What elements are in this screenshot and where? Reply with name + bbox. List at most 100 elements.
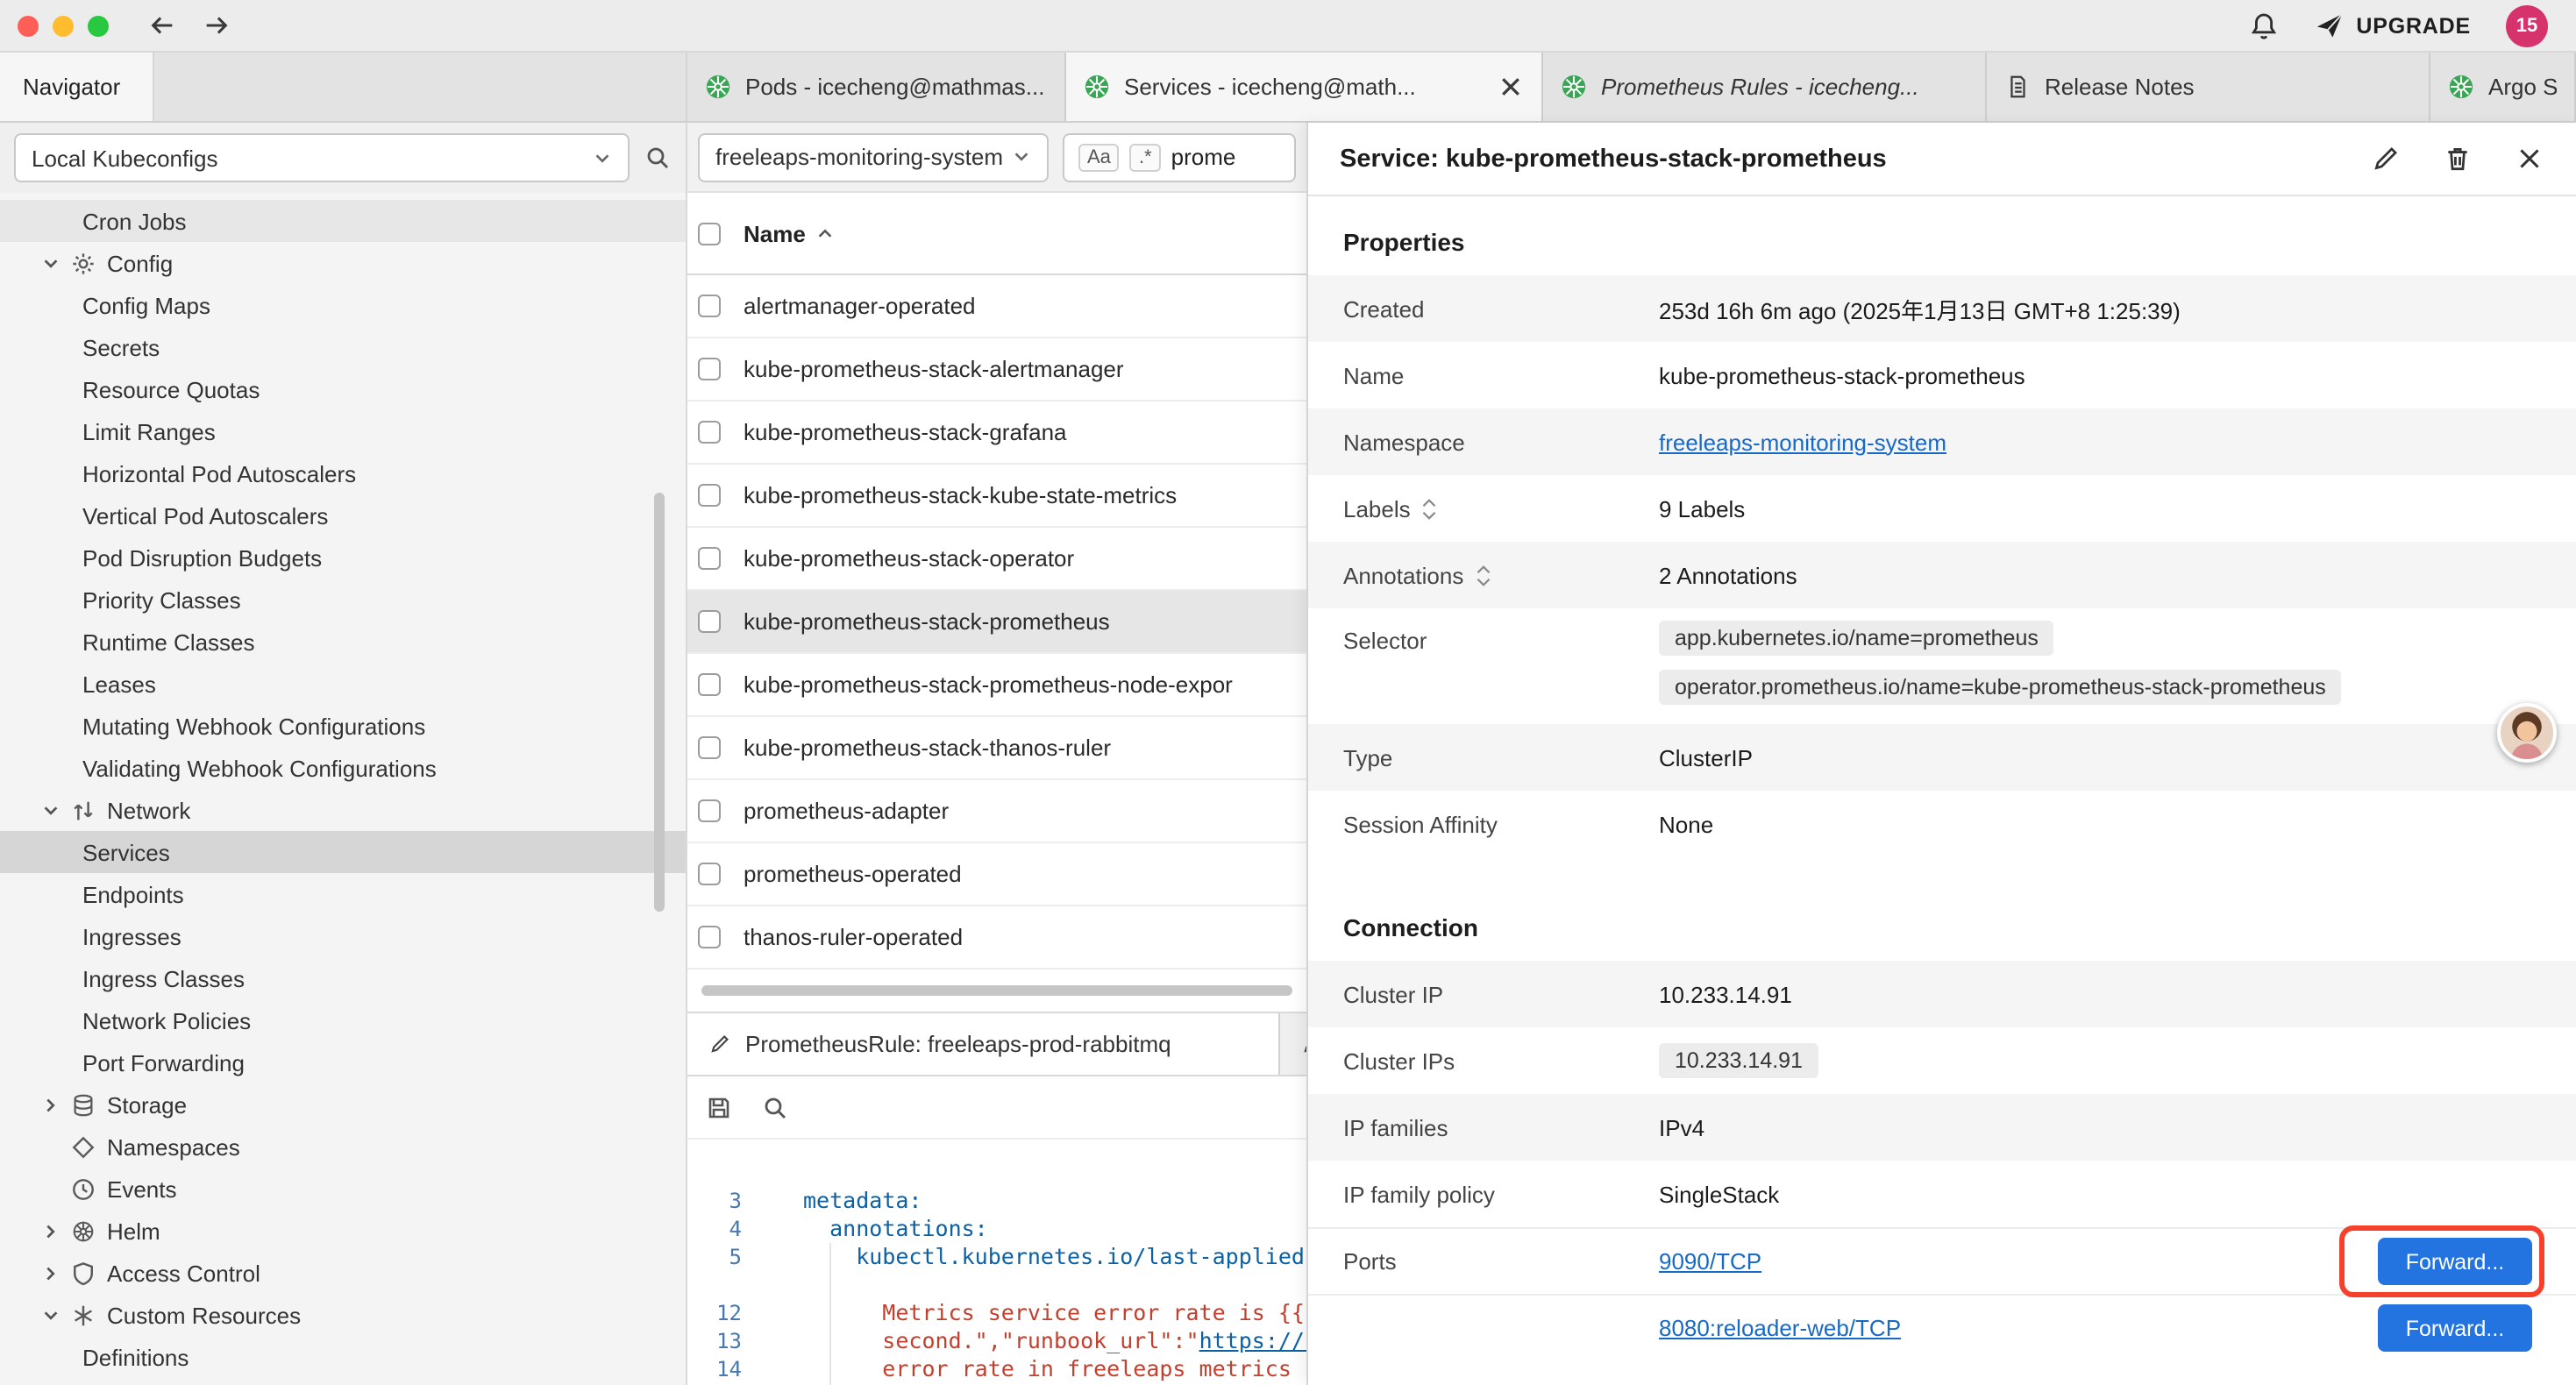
forward-button[interactable] bbox=[202, 11, 231, 40]
notification-badge[interactable]: 15 bbox=[2506, 4, 2548, 46]
sidebar-item-leases[interactable]: Leases bbox=[0, 663, 686, 705]
table-row[interactable]: kube-prometheus-stack-operator bbox=[687, 528, 1306, 591]
sidebar-item-label: Port Forwarding bbox=[82, 1049, 245, 1076]
table-row[interactable]: thanos-ruler-operated bbox=[687, 906, 1306, 970]
row-checkbox[interactable] bbox=[698, 736, 721, 759]
sidebar-item-storage[interactable]: Storage bbox=[0, 1083, 686, 1126]
table-row[interactable]: alertmanager-operated bbox=[687, 275, 1306, 338]
tab-release-notes[interactable]: Release Notes bbox=[1987, 53, 2430, 121]
row-checkbox[interactable] bbox=[698, 358, 721, 380]
sidebar-item-events[interactable]: Events bbox=[0, 1168, 686, 1210]
row-checkbox[interactable] bbox=[698, 926, 721, 948]
port-link[interactable]: 8080:reloader-web/TCP bbox=[1659, 1315, 1901, 1341]
sidebar-item-secrets[interactable]: Secrets bbox=[0, 326, 686, 368]
sidebar-item-resource-quotas[interactable]: Resource Quotas bbox=[0, 368, 686, 410]
chevron-down-icon[interactable] bbox=[39, 253, 63, 273]
tab-services-icecheng-math[interactable]: Services - icecheng@math... bbox=[1066, 53, 1543, 121]
row-checkbox[interactable] bbox=[698, 673, 721, 696]
table-row[interactable]: prometheus-adapter bbox=[687, 780, 1306, 843]
namespace-select[interactable]: freeleaps-monitoring-system bbox=[698, 132, 1049, 181]
sidebar-item-ingresses[interactable]: Ingresses bbox=[0, 915, 686, 957]
avatar[interactable] bbox=[2497, 703, 2557, 763]
back-button[interactable] bbox=[147, 11, 177, 40]
select-all-checkbox[interactable] bbox=[698, 222, 721, 245]
sidebar-item-runtime-classes[interactable]: Runtime Classes bbox=[0, 621, 686, 663]
sidebar-item-horizontal-pod-autoscalers[interactable]: Horizontal Pod Autoscalers bbox=[0, 452, 686, 494]
sidebar-item-definitions[interactable]: Definitions bbox=[0, 1336, 686, 1378]
match-case-toggle[interactable]: Aa bbox=[1078, 143, 1120, 171]
row-checkbox[interactable] bbox=[698, 799, 721, 822]
table-row[interactable]: kube-prometheus-stack-thanos-ruler bbox=[687, 717, 1306, 780]
sidebar-item-services[interactable]: Services bbox=[0, 831, 686, 873]
sorter-icon[interactable] bbox=[1421, 495, 1439, 522]
forward-button[interactable]: Forward... bbox=[2378, 1304, 2532, 1352]
window-zoom-button[interactable] bbox=[88, 15, 109, 36]
yaml-editor[interactable]: 3metadata:4 annotations:5 kubectl.kubern… bbox=[687, 1140, 1306, 1385]
delete-button[interactable] bbox=[2443, 144, 2473, 174]
notifications-button[interactable] bbox=[2247, 10, 2279, 41]
navigator-pane-tab[interactable]: Navigator bbox=[0, 53, 154, 121]
table-row[interactable]: kube-prometheus-stack-kube-state-metrics bbox=[687, 465, 1306, 528]
edit-button[interactable] bbox=[2371, 144, 2401, 174]
window-minimize-button[interactable] bbox=[53, 15, 74, 36]
row-checkbox[interactable] bbox=[698, 863, 721, 885]
sidebar-item-validating-webhook-configurations[interactable]: Validating Webhook Configurations bbox=[0, 747, 686, 789]
row-checkbox[interactable] bbox=[698, 295, 721, 317]
chevron-down-icon[interactable] bbox=[39, 1305, 63, 1325]
sidebar-item-mutating-webhook-configurations[interactable]: Mutating Webhook Configurations bbox=[0, 705, 686, 747]
chevron-right-icon[interactable] bbox=[39, 1263, 63, 1282]
sidebar-item-vertical-pod-autoscalers[interactable]: Vertical Pod Autoscalers bbox=[0, 494, 686, 536]
save-button[interactable] bbox=[705, 1093, 733, 1121]
sidebar-item-cron-jobs[interactable]: Cron Jobs bbox=[0, 200, 686, 242]
sidebar-item-access-control[interactable]: Access Control bbox=[0, 1252, 686, 1294]
sidebar-item-limit-ranges[interactable]: Limit Ranges bbox=[0, 410, 686, 452]
row-checkbox[interactable] bbox=[698, 610, 721, 633]
upgrade-button[interactable]: UPGRADE bbox=[2314, 11, 2471, 40]
sidebar-item-pod-disruption-budgets[interactable]: Pod Disruption Budgets bbox=[0, 536, 686, 579]
sidebar-item-network[interactable]: Network bbox=[0, 789, 686, 831]
table-row[interactable]: prometheus-operated bbox=[687, 843, 1306, 906]
sidebar-item-network-policies[interactable]: Network Policies bbox=[0, 999, 686, 1041]
row-checkbox[interactable] bbox=[698, 421, 721, 444]
sorter-icon[interactable] bbox=[1474, 562, 1491, 588]
row-checkbox[interactable] bbox=[698, 484, 721, 507]
sidebar-item-ingress-classes[interactable]: Ingress Classes bbox=[0, 957, 686, 999]
editor-tab[interactable] bbox=[1280, 1013, 1306, 1075]
sidebar-item-config[interactable]: Config bbox=[0, 242, 686, 284]
tab-prometheus-rules-icecheng[interactable]: Prometheus Rules - icecheng... bbox=[1543, 53, 1987, 121]
sidebar-scrollbar[interactable] bbox=[654, 493, 665, 912]
sidebar-item-port-forwarding[interactable]: Port Forwarding bbox=[0, 1041, 686, 1083]
chevron-down-icon[interactable] bbox=[39, 800, 63, 820]
editor-search-button[interactable] bbox=[761, 1093, 789, 1121]
chevron-right-icon[interactable] bbox=[39, 1095, 63, 1114]
editor-tab-prometheusrule-freeleaps-prod-rabbitmq[interactable]: PrometheusRule: freeleaps-prod-rabbitmq bbox=[687, 1013, 1280, 1075]
chevron-right-icon[interactable] bbox=[39, 1221, 63, 1240]
window-close-button[interactable] bbox=[18, 15, 39, 36]
sidebar-item-priority-classes[interactable]: Priority Classes bbox=[0, 579, 686, 621]
sidebar-item-helm[interactable]: Helm bbox=[0, 1210, 686, 1252]
column-header-name[interactable]: Name bbox=[744, 220, 836, 246]
tab-pods-icecheng-mathmas[interactable]: Pods - icecheng@mathmas... bbox=[687, 53, 1066, 121]
horizontal-scrollbar-thumb[interactable] bbox=[701, 985, 1292, 996]
forward-button[interactable]: Forward... bbox=[2378, 1238, 2532, 1285]
horizontal-scrollbar[interactable] bbox=[687, 970, 1306, 1012]
regex-toggle[interactable]: .* bbox=[1130, 143, 1161, 171]
sidebar-search-button[interactable] bbox=[644, 144, 672, 172]
close-tab-icon[interactable] bbox=[1498, 74, 1524, 100]
table-row[interactable]: kube-prometheus-stack-grafana bbox=[687, 401, 1306, 465]
table-row[interactable]: kube-prometheus-stack-prometheus bbox=[687, 591, 1306, 654]
sidebar-item-namespaces[interactable]: Namespaces bbox=[0, 1126, 686, 1168]
arrow-left-icon bbox=[147, 11, 177, 40]
tab-argo-se[interactable]: Argo Se bbox=[2430, 53, 2576, 121]
close-drawer-button[interactable] bbox=[2515, 144, 2544, 174]
kubeconfig-select[interactable]: Local Kubeconfigs bbox=[14, 133, 630, 182]
row-checkbox[interactable] bbox=[698, 547, 721, 570]
sidebar-item-custom-resources[interactable]: Custom Resources bbox=[0, 1294, 686, 1336]
table-row[interactable]: kube-prometheus-stack-prometheus-node-ex… bbox=[687, 654, 1306, 717]
sidebar-item-endpoints[interactable]: Endpoints bbox=[0, 873, 686, 915]
resource-filter-input[interactable]: Aa .* prome bbox=[1063, 132, 1296, 181]
namespace-link[interactable]: freeleaps-monitoring-system bbox=[1659, 429, 1946, 455]
sidebar-item-config-maps[interactable]: Config Maps bbox=[0, 284, 686, 326]
table-row[interactable]: kube-prometheus-stack-alertmanager bbox=[687, 338, 1306, 401]
port-link[interactable]: 9090/TCP bbox=[1659, 1248, 1761, 1275]
